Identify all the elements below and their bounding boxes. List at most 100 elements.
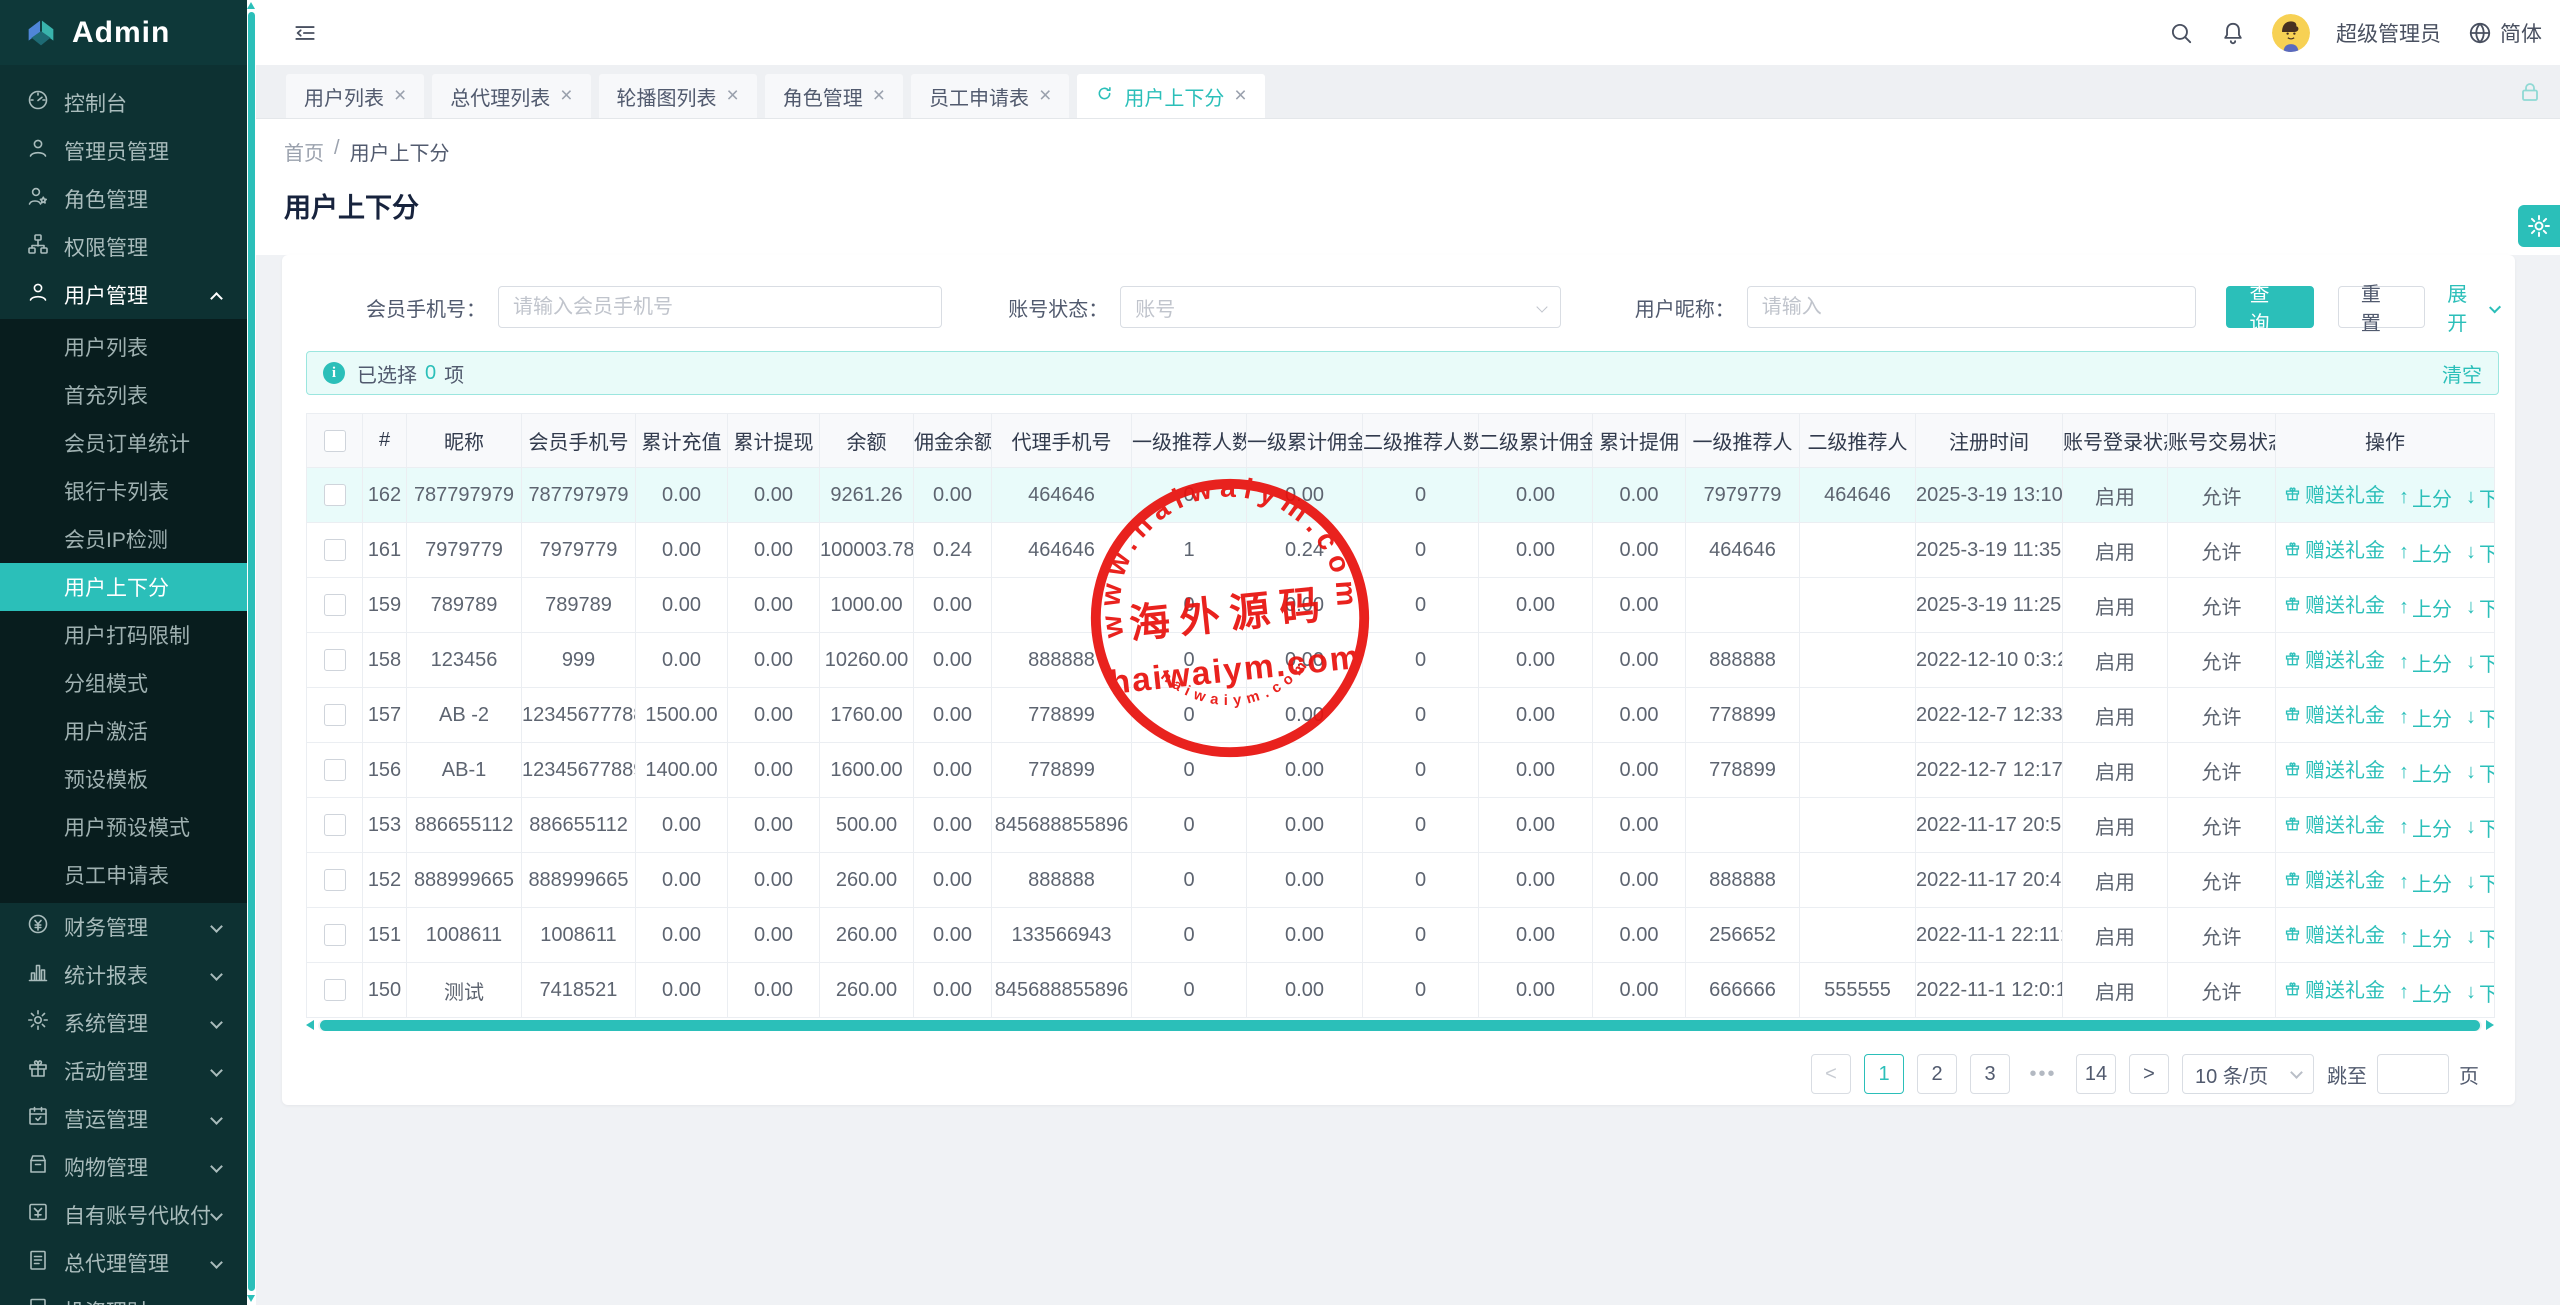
points-down-link[interactable]: ↓下分 (2466, 648, 2494, 677)
page-button-2[interactable]: 2 (1917, 1054, 1957, 1094)
avatar[interactable] (2272, 13, 2310, 52)
row-checkbox[interactable] (323, 759, 346, 782)
reset-button[interactable]: 重 置 (2337, 284, 2426, 335)
sidebar-item-invest[interactable]: 投资理财 (0, 1287, 247, 1305)
nickname-input[interactable] (1761, 295, 2182, 319)
sidebar-item-admin[interactable]: 管理员管理 (0, 127, 247, 175)
phone-input[interactable] (513, 295, 928, 319)
gift-money-link[interactable]: 赠送礼金 (2283, 754, 2385, 783)
user-name[interactable]: 超级管理员 (2336, 18, 2441, 48)
sidebar-subitem[interactable]: 会员订单统计 (0, 419, 247, 467)
scroll-up-icon[interactable] (247, 2, 255, 9)
lock-icon[interactable] (2518, 80, 2542, 110)
page-button-1[interactable]: 1 (1864, 1054, 1904, 1094)
sidebar-item-account[interactable]: 自有账号代收付 (0, 1191, 247, 1239)
points-down-link[interactable]: ↓下分 (2466, 758, 2494, 787)
points-down-link[interactable]: ↓下分 (2466, 538, 2494, 567)
sidebar-item-dashboard[interactable]: 控制台 (0, 79, 247, 127)
sidebar-item-system[interactable]: 系统管理 (0, 999, 247, 1047)
sidebar-subitem[interactable]: 银行卡列表 (0, 467, 247, 515)
next-page-button[interactable]: > (2129, 1054, 2169, 1094)
tab-员工申请表[interactable]: 员工申请表 × (911, 74, 1070, 118)
clear-selection-link[interactable]: 清空 (2442, 359, 2482, 388)
search-button[interactable]: 查 询 (2226, 284, 2314, 335)
gift-money-link[interactable]: 赠送礼金 (2283, 644, 2385, 673)
scroll-left-icon[interactable] (306, 1020, 314, 1030)
row-checkbox[interactable] (323, 704, 346, 727)
sidebar-collapse-icon[interactable] (292, 20, 318, 46)
sidebar-scrollbar[interactable] (247, 0, 256, 1305)
points-up-link[interactable]: ↑ 上分 (2399, 483, 2452, 512)
gift-money-link[interactable]: 赠送礼金 (2283, 974, 2385, 1003)
language-switcher[interactable]: 简体 (2467, 18, 2542, 48)
bell-icon[interactable] (2220, 20, 2246, 46)
horizontal-scrollbar[interactable] (306, 1018, 2494, 1032)
row-checkbox[interactable] (323, 484, 346, 507)
points-up-link[interactable]: ↑ 上分 (2399, 868, 2452, 897)
points-up-link[interactable]: ↑ 上分 (2399, 648, 2452, 677)
close-icon[interactable]: × (1039, 84, 1051, 108)
account-status-select[interactable]: 账号 (1120, 286, 1561, 328)
select-all-checkbox[interactable] (323, 429, 346, 452)
sidebar-subitem[interactable]: 预设模板 (0, 755, 247, 803)
jump-input[interactable] (2377, 1054, 2449, 1094)
gift-money-link[interactable]: 赠送礼金 (2283, 479, 2385, 508)
points-down-link[interactable]: ↓下分 (2466, 593, 2494, 622)
sidebar-subitem[interactable]: 用户激活 (0, 707, 247, 755)
sidebar-subitem[interactable]: 分组模式 (0, 659, 247, 707)
close-icon[interactable]: × (560, 84, 572, 108)
page-ellipsis[interactable]: ••• (2023, 1054, 2063, 1094)
row-checkbox[interactable] (323, 814, 346, 837)
tab-轮播图列表[interactable]: 轮播图列表 × (598, 74, 757, 118)
points-up-link[interactable]: ↑ 上分 (2399, 703, 2452, 732)
points-down-link[interactable]: ↓下分 (2466, 868, 2494, 897)
nickname-filter-input[interactable] (1746, 286, 2197, 328)
tab-用户列表[interactable]: 用户列表 × (286, 74, 425, 118)
sidebar-item-operation[interactable]: 营运管理 (0, 1095, 247, 1143)
close-icon[interactable]: × (1234, 84, 1246, 108)
search-icon[interactable] (2168, 20, 2194, 46)
sidebar-subitem[interactable]: 用户打码限制 (0, 611, 247, 659)
breadcrumb-home[interactable]: 首页 (284, 137, 324, 166)
scroll-right-icon[interactable] (2486, 1020, 2494, 1030)
sidebar-item-finance[interactable]: 财务管理 (0, 903, 247, 951)
gift-money-link[interactable]: 赠送礼金 (2283, 534, 2385, 563)
sidebar-subitem[interactable]: 用户上下分 (0, 563, 247, 611)
points-down-link[interactable]: ↓下分 (2466, 703, 2494, 732)
points-up-link[interactable]: ↑ 上分 (2399, 593, 2452, 622)
row-checkbox[interactable] (323, 869, 346, 892)
sidebar-subitem[interactable]: 员工申请表 (0, 851, 247, 899)
sidebar-item-shopping[interactable]: 购物管理 (0, 1143, 247, 1191)
points-up-link[interactable]: ↑ 上分 (2399, 813, 2452, 842)
gift-money-link[interactable]: 赠送礼金 (2283, 864, 2385, 893)
sidebar-item-permission[interactable]: 权限管理 (0, 223, 247, 271)
sidebar-item-activity[interactable]: 活动管理 (0, 1047, 247, 1095)
page-button-3[interactable]: 3 (1970, 1054, 2010, 1094)
phone-filter-input[interactable] (498, 286, 943, 328)
scrollbar-thumb[interactable] (248, 12, 255, 1291)
gift-money-link[interactable]: 赠送礼金 (2283, 699, 2385, 728)
hscrollbar-thumb[interactable] (320, 1019, 2480, 1031)
refresh-icon[interactable] (1095, 84, 1114, 109)
points-down-link[interactable]: ↓下分 (2466, 483, 2494, 512)
sidebar-item-report[interactable]: 统计报表 (0, 951, 247, 999)
close-icon[interactable]: × (727, 84, 739, 108)
scroll-down-icon[interactable] (247, 1295, 255, 1302)
expand-link[interactable]: 展开 (2447, 278, 2501, 336)
tab-用户上下分[interactable]: 用户上下分 × (1077, 74, 1265, 118)
settings-gear-button[interactable] (2518, 205, 2560, 247)
sidebar-subitem[interactable]: 会员IP检测 (0, 515, 247, 563)
row-checkbox[interactable] (323, 594, 346, 617)
points-down-link[interactable]: ↓下分 (2466, 813, 2494, 842)
row-checkbox[interactable] (323, 539, 346, 562)
page-size-select[interactable]: 10 条/页 (2182, 1054, 2314, 1094)
sidebar-subitem[interactable]: 首充列表 (0, 371, 247, 419)
sidebar-item-user[interactable]: 用户管理 (0, 271, 247, 319)
points-down-link[interactable]: ↓下分 (2466, 978, 2494, 1007)
tab-总代理列表[interactable]: 总代理列表 × (432, 74, 591, 118)
points-up-link[interactable]: ↑ 上分 (2399, 978, 2452, 1007)
sidebar-subitem[interactable]: 用户预设模式 (0, 803, 247, 851)
tab-角色管理[interactable]: 角色管理 × (764, 74, 904, 118)
gift-money-link[interactable]: 赠送礼金 (2283, 589, 2385, 618)
row-checkbox[interactable] (323, 649, 346, 672)
